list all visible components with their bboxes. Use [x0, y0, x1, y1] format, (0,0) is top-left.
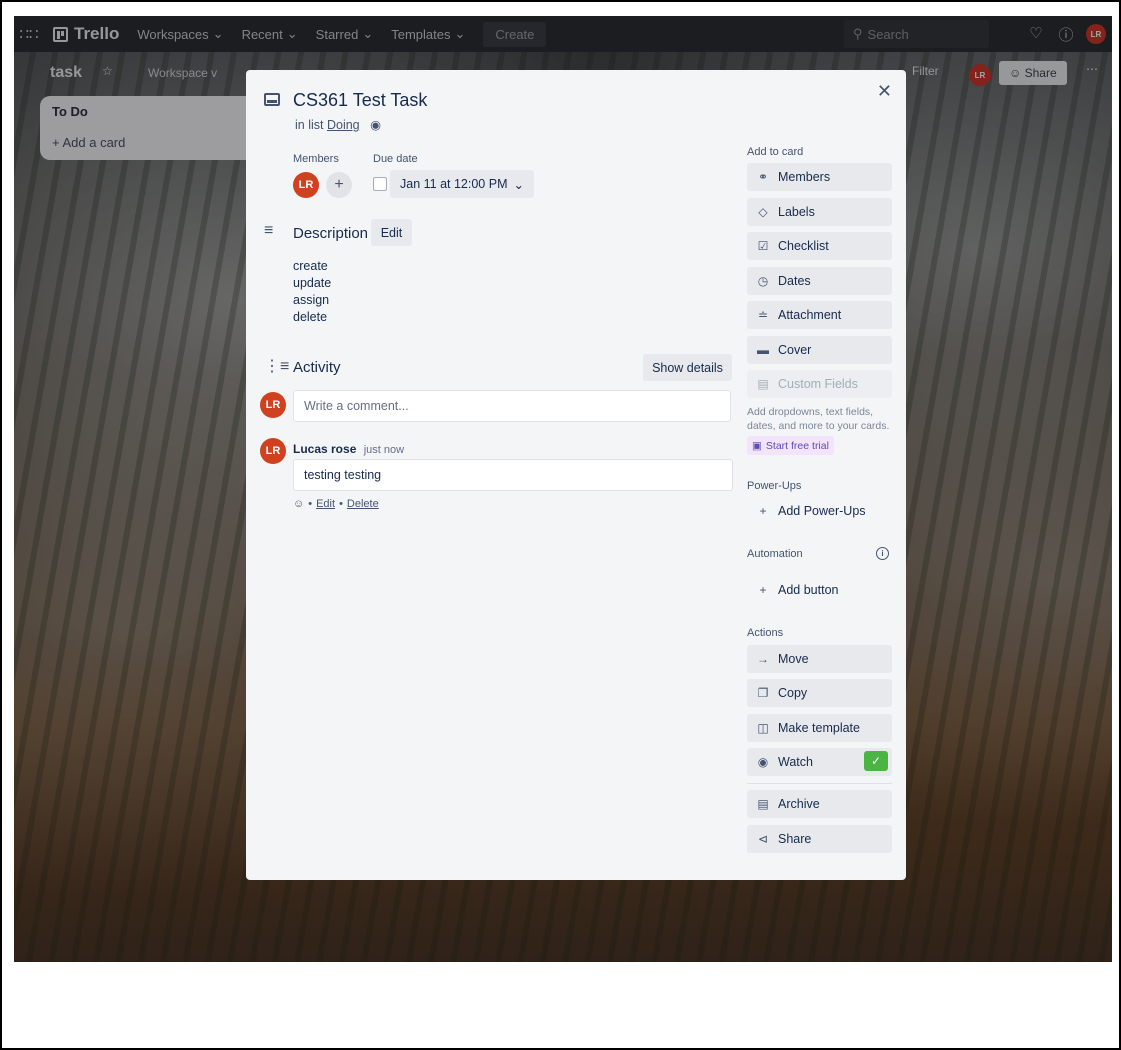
members-button[interactable]: ⚭ Members [747, 163, 892, 191]
comment-author-avatar[interactable]: LR [260, 438, 286, 464]
close-icon[interactable]: ✕ [877, 81, 892, 102]
info-icon[interactable]: i [876, 547, 889, 560]
screenshot-frame: ∷∷ Trello Workspaces ⌄ Recent ⌄ Starred ⌄ T… [0, 0, 1121, 1050]
power-ups-label: Power-Ups [747, 480, 802, 492]
actions-divider [747, 783, 892, 784]
archive-button-label: Archive [778, 797, 820, 811]
emoji-reaction-icon[interactable]: ☺ [293, 498, 304, 510]
checklist-button-label: Checklist [778, 239, 829, 253]
archive-icon: ▤ [757, 797, 769, 811]
add-button-label: Add button [778, 583, 839, 597]
make-template-button[interactable]: ◫ Make template [747, 714, 892, 742]
comment-input[interactable]: Write a comment... [293, 390, 731, 422]
due-date-label: Due date [373, 153, 418, 165]
checklist-button[interactable]: ☑ Checklist [747, 232, 892, 260]
due-date-value: Jan 11 at 12:00 PM [400, 177, 508, 191]
description-line: create [293, 259, 328, 273]
copy-icon: ❐ [757, 686, 769, 700]
copy-button[interactable]: ❐ Copy [747, 679, 892, 707]
share-button[interactable]: ⊲ Share [747, 825, 892, 853]
tag-icon: ◇ [758, 205, 768, 219]
eye-icon: ◉ [757, 755, 769, 769]
add-power-ups-button[interactable]: + Add Power-Ups [747, 497, 892, 525]
person-icon: ⚭ [757, 170, 769, 184]
description-icon: ≡ [264, 222, 274, 239]
attachment-button[interactable]: ≐ Attachment [747, 301, 892, 329]
attachment-button-label: Attachment [778, 308, 842, 322]
cover-button[interactable]: ▬ Cover [747, 336, 892, 364]
due-date-button[interactable]: Jan 11 at 12:00 PM ⌄ [390, 170, 534, 198]
watch-button-label: Watch [778, 755, 813, 769]
arrow-right-icon: → [757, 652, 769, 666]
automation-label: Automation [747, 548, 803, 560]
custom-fields-note: Add dropdowns, text fields, dates, and m… [747, 406, 890, 432]
comment-actions: ☺ • Edit • Delete [293, 498, 379, 510]
card-title[interactable]: CS361 Test Task [293, 90, 427, 111]
plus-icon: + [759, 504, 767, 518]
due-date-checkbox[interactable] [373, 177, 387, 191]
eye-icon: ◉ [363, 118, 381, 132]
labels-button-label: Labels [778, 205, 815, 219]
archive-button[interactable]: ▤ Archive [747, 790, 892, 818]
members-button-label: Members [778, 170, 831, 184]
edit-description-button[interactable]: Edit [371, 219, 412, 246]
make-template-button-label: Make template [778, 721, 860, 735]
plus-icon: + [759, 583, 767, 597]
show-details-button[interactable]: Show details [643, 354, 732, 381]
actions-label: Actions [747, 627, 784, 639]
in-list-info: in list Doing ◉ [295, 117, 381, 132]
card-icon [264, 93, 280, 106]
cover-button-label: Cover [778, 343, 812, 357]
description-line: assign [293, 293, 330, 307]
add-power-ups-label: Add Power-Ups [778, 504, 866, 518]
dates-button-label: Dates [778, 274, 811, 288]
comment-body: testing testing [293, 459, 733, 491]
trello-app: ∷∷ Trello Workspaces ⌄ Recent ⌄ Starred ⌄ T… [14, 16, 1112, 962]
paperclip-icon: ≐ [757, 308, 769, 322]
gift-icon: ▣ [752, 439, 762, 452]
add-button-button[interactable]: + Add button [747, 576, 892, 604]
copy-button-label: Copy [778, 686, 808, 700]
in-list-prefix: in list [295, 118, 324, 132]
comment-header: Lucas rose just now [293, 442, 404, 456]
checklist-icon: ☑ [757, 239, 769, 253]
description-line: delete [293, 310, 328, 324]
comment-time[interactable]: just now [364, 444, 404, 456]
add-to-card-label: Add to card [747, 146, 804, 158]
delete-comment-link[interactable]: Delete [347, 498, 379, 510]
cover-icon: ▬ [757, 343, 769, 357]
description-text[interactable]: create update assign delete [293, 258, 331, 326]
template-icon: ◫ [757, 721, 769, 735]
chevron-down-icon: ⌄ [513, 177, 524, 192]
description-title: Description [293, 225, 369, 242]
share-button-label: Share [778, 832, 812, 846]
member-avatar[interactable]: LR [293, 172, 319, 198]
edit-comment-link[interactable]: Edit [316, 498, 335, 510]
watch-check-icon: ✓ [864, 751, 888, 771]
current-user-avatar: LR [260, 392, 286, 418]
clock-icon: ◷ [757, 274, 769, 288]
members-label: Members [293, 153, 339, 165]
comment-author[interactable]: Lucas rose [293, 442, 356, 456]
labels-button[interactable]: ◇ Labels [747, 198, 892, 226]
add-member-button[interactable]: + [326, 172, 352, 198]
activity-icon: ⋮≡ [264, 358, 290, 375]
start-trial-label: Start free trial [765, 439, 829, 452]
dates-button[interactable]: ◷ Dates [747, 267, 892, 295]
start-free-trial-button[interactable]: ▣ Start free trial [747, 436, 834, 455]
list-link[interactable]: Doing [327, 118, 360, 132]
move-button[interactable]: → Move [747, 645, 892, 673]
card-detail-modal: ✕ CS361 Test Task in list Doing ◉ Member… [246, 70, 906, 880]
fields-icon: ▤ [757, 377, 769, 391]
custom-fields-button-label: Custom Fields [778, 377, 858, 391]
share-icon: ⊲ [757, 832, 769, 846]
move-button-label: Move [778, 652, 809, 666]
activity-title: Activity [293, 359, 341, 376]
description-line: update [293, 276, 332, 290]
custom-fields-button[interactable]: ▤ Custom Fields [747, 370, 892, 398]
